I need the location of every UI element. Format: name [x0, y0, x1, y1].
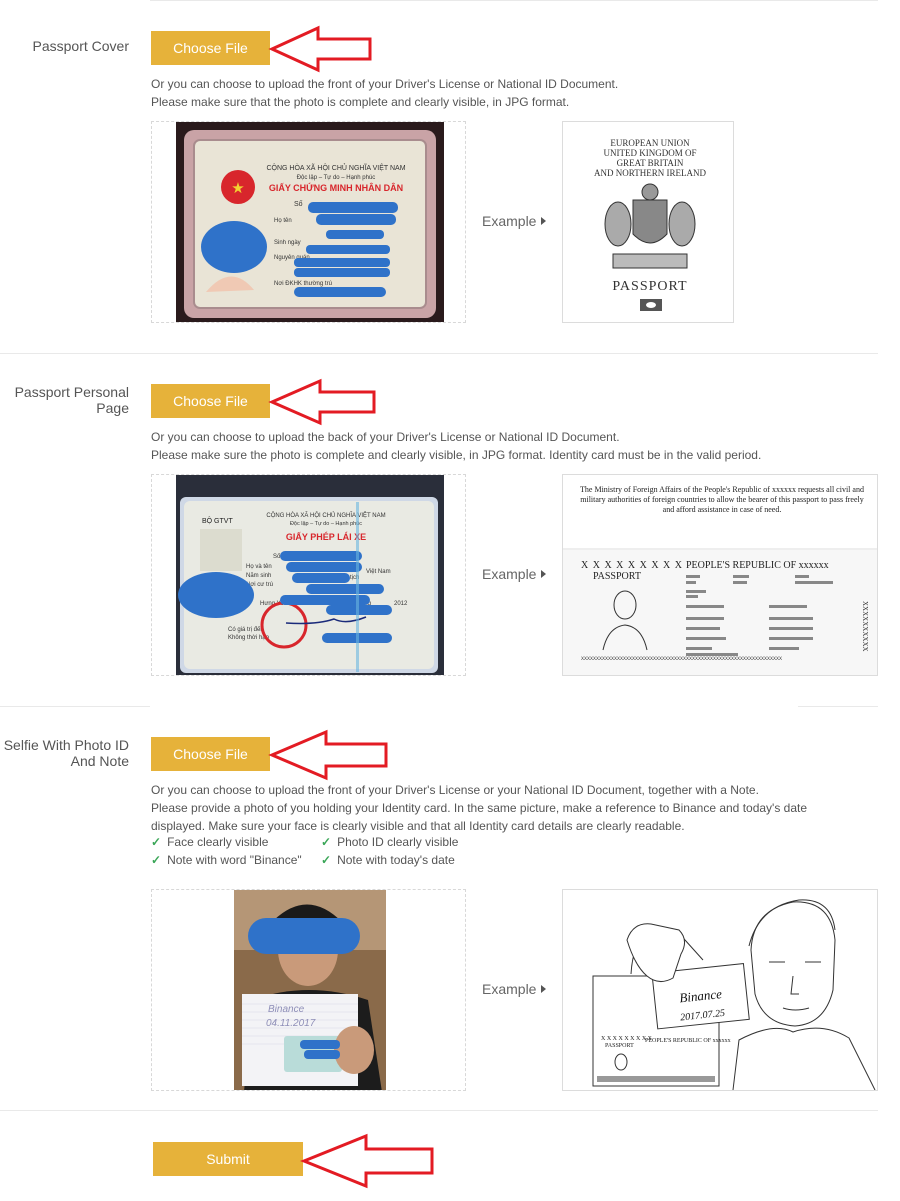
- example-passport-data-page: The Ministry of Foreign Affairs of the P…: [562, 474, 878, 676]
- choose-file-button[interactable]: Choose File: [151, 31, 270, 65]
- svg-text:PASSPORT: PASSPORT: [605, 1043, 634, 1049]
- checklist-item: ✓ Note with word "Binance": [151, 853, 302, 867]
- example-link[interactable]: Example: [482, 213, 547, 229]
- coat-of-arms-icon: [604, 183, 696, 269]
- checkmark-icon: ✓: [321, 853, 332, 867]
- description: Or you can choose to upload the front of…: [151, 77, 619, 109]
- checklist-item: ✓ Photo ID clearly visible: [321, 835, 459, 849]
- svg-text:Họ và tên: Họ và tên: [246, 564, 272, 570]
- id-card-photo: ★ CỘNG HÒA XÃ HỘI CHỦ NGHĨA VIỆT NAM Độc…: [176, 122, 444, 322]
- checkmark-icon: ✓: [151, 853, 162, 867]
- svg-text:GIẤY CHỨNG MINH NHÂN DÂN: GIẤY CHỨNG MINH NHÂN DÂN: [269, 182, 403, 193]
- svg-text:Họ tên: Họ tên: [274, 218, 292, 224]
- svg-text:X X X X X X X X X: X X X X X X X X X: [581, 560, 683, 571]
- svg-text:Độc lập – Tự do – Hạnh phúc: Độc lập – Tự do – Hạnh phúc: [290, 521, 362, 527]
- svg-text:★: ★: [231, 180, 244, 197]
- svg-text:GIẤY PHÉP LÁI XE: GIẤY PHÉP LÁI XE: [286, 532, 366, 542]
- upload-preview[interactable]: ★ CỘNG HÒA XÃ HỘI CHỦ NGHĨA VIỆT NAM Độc…: [151, 121, 466, 323]
- svg-text:UNITED KINGDOM OF: UNITED KINGDOM OF: [604, 148, 697, 158]
- upload-preview[interactable]: Binance 04.11.2017: [151, 889, 466, 1091]
- red-arrow-icon: [268, 378, 376, 426]
- description: Or you can choose to upload the front of…: [151, 783, 808, 833]
- svg-text:GREAT BRITAIN: GREAT BRITAIN: [617, 158, 684, 168]
- svg-text:PASSPORT: PASSPORT: [612, 279, 687, 294]
- field-label: Selfie With Photo ID And Note: [3, 737, 129, 769]
- upload-preview[interactable]: BỘ GTVT CỘNG HÒA XÃ HỘI CHỦ NGHĨA VIỆT N…: [151, 474, 466, 676]
- submit-button[interactable]: Submit: [153, 1142, 303, 1176]
- example-link[interactable]: Example: [482, 981, 547, 997]
- divider: [798, 706, 878, 707]
- svg-text:BỘ GTVT: BỘ GTVT: [202, 516, 233, 525]
- svg-text:CỘNG HÒA XÃ HỘI CHỦ NGHĨA VIỆT: CỘNG HÒA XÃ HỘI CHỦ NGHĨA VIỆT NAM: [266, 511, 385, 519]
- red-arrow-icon: [268, 25, 372, 73]
- checklist-item: ✓ Note with today's date: [321, 853, 455, 867]
- caret-right-icon: [541, 217, 547, 225]
- divider: [0, 1110, 878, 1111]
- description: Or you can choose to upload the back of …: [151, 430, 762, 462]
- red-arrow-icon: [300, 1133, 434, 1189]
- choose-file-button[interactable]: Choose File: [151, 737, 270, 771]
- choose-file-button[interactable]: Choose File: [151, 384, 270, 418]
- field-label: Passport Personal Page: [14, 384, 129, 416]
- drivers-license-photo: BỘ GTVT CỘNG HÒA XÃ HỘI CHỦ NGHĨA VIỆT N…: [176, 475, 444, 675]
- svg-text:PEOPLE'S REPUBLIC OF xxxxxx: PEOPLE'S REPUBLIC OF xxxxxx: [645, 1038, 731, 1044]
- divider: [0, 706, 150, 707]
- svg-text:CỘNG HÒA XÃ HỘI CHỦ NGHĨA VIỆT: CỘNG HÒA XÃ HỘI CHỦ NGHĨA VIỆT NAM: [266, 163, 405, 172]
- svg-text:Binance: Binance: [268, 1004, 305, 1015]
- example-selfie-illustration: X X X X X X X X X PASSPORT PEOPLE'S REPU…: [562, 889, 878, 1091]
- caret-right-icon: [541, 985, 547, 993]
- field-label: Passport Cover: [32, 38, 129, 54]
- svg-text:EUROPEAN UNION: EUROPEAN UNION: [610, 138, 690, 148]
- svg-text:Số: Số: [294, 199, 303, 208]
- svg-text:Độc lập – Tự do – Hạnh phúc: Độc lập – Tự do – Hạnh phúc: [297, 175, 376, 181]
- svg-text:PEOPLE'S REPUBLIC OF xxxxxx: PEOPLE'S REPUBLIC OF xxxxxx: [686, 560, 829, 571]
- svg-text:Không thời hạn: Không thời hạn: [228, 635, 269, 641]
- svg-text:XXXXXXXXXX: XXXXXXXXXX: [861, 601, 869, 652]
- divider: [0, 353, 878, 354]
- svg-text:Số: Số: [273, 554, 281, 560]
- svg-text:Nơi ĐKHK thường trú: Nơi ĐKHK thường trú: [274, 281, 332, 287]
- svg-text:2012: 2012: [394, 601, 408, 607]
- selfie-photo: Binance 04.11.2017: [234, 890, 386, 1090]
- example-link[interactable]: Example: [482, 566, 547, 582]
- svg-text:Sinh ngày: Sinh ngày: [274, 240, 301, 246]
- checkmark-icon: ✓: [321, 835, 332, 849]
- svg-text:Có giá trị đến: Có giá trị đến: [228, 627, 264, 633]
- svg-text:PASSPORT: PASSPORT: [593, 571, 641, 582]
- svg-text:AND NORTHERN IRELAND: AND NORTHERN IRELAND: [594, 168, 706, 178]
- checkmark-icon: ✓: [151, 835, 162, 849]
- example-passport-cover: EUROPEAN UNION UNITED KINGDOM OF GREAT B…: [562, 121, 734, 323]
- checklist-item: ✓ Face clearly visible: [151, 835, 269, 849]
- caret-right-icon: [541, 570, 547, 578]
- divider: [150, 0, 878, 1]
- svg-text:Năm sinh: Năm sinh: [246, 573, 271, 579]
- svg-text:Việt Nam: Việt Nam: [366, 569, 391, 575]
- red-arrow-icon: [268, 729, 388, 781]
- svg-text:04.11.2017: 04.11.2017: [266, 1018, 316, 1029]
